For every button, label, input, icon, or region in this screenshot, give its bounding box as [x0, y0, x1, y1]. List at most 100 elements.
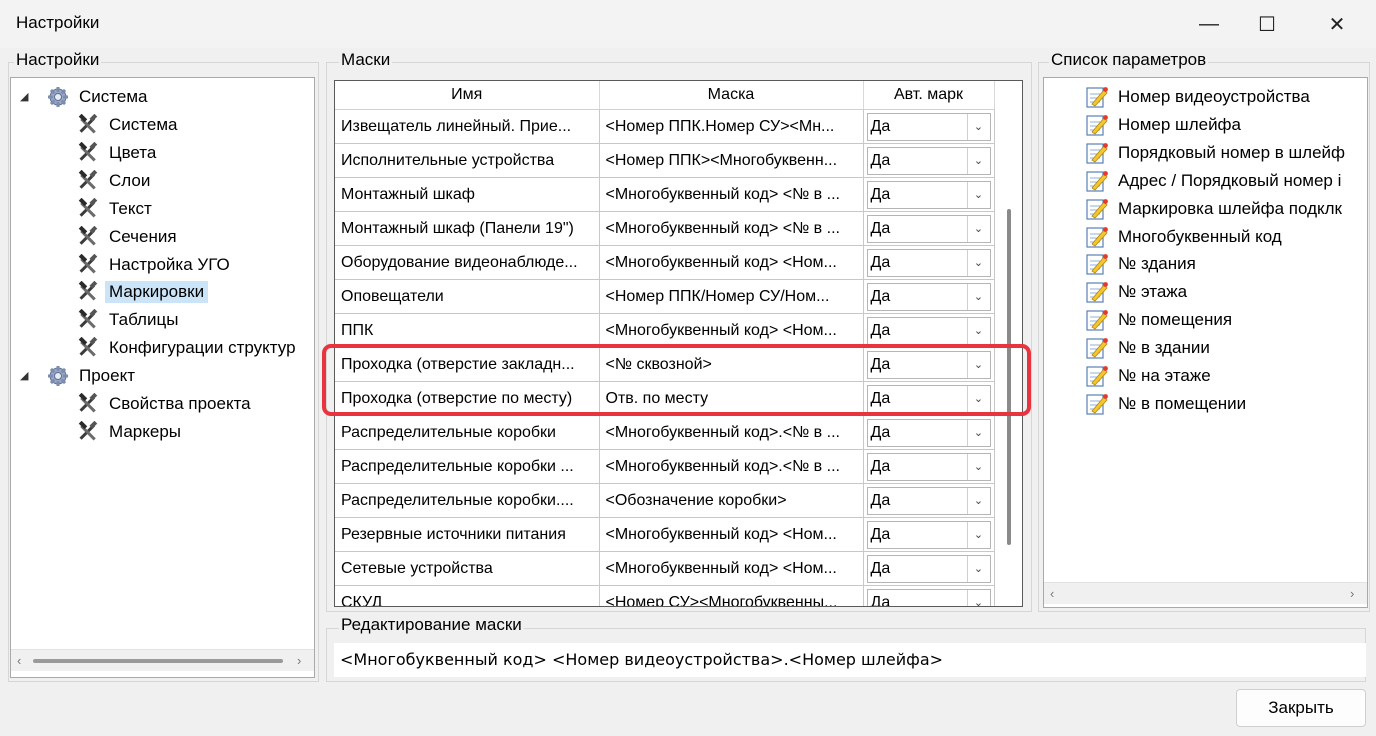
chevron-down-icon[interactable]: ⌄ [966, 215, 990, 242]
scroll-right-icon[interactable]: › [1350, 586, 1354, 601]
chevron-down-icon[interactable]: ⌄ [966, 249, 990, 276]
tree-item[interactable]: Свойства проекта [77, 391, 255, 417]
auto-mark-dropdown[interactable]: Да ⌄ [866, 316, 991, 345]
tree-item[interactable]: Сечения [77, 224, 181, 250]
auto-mark-dropdown[interactable]: Да ⌄ [866, 214, 991, 243]
tree-item[interactable]: Таблицы [77, 307, 182, 333]
tree-item[interactable]: Конфигурации структур [77, 335, 300, 361]
chevron-down-icon[interactable]: ⌄ [966, 555, 990, 582]
table-row[interactable]: Оборудование видеонаблюде... <Многобуквен… [335, 245, 1022, 280]
row-name-cell[interactable]: Монтажный шкаф (Панели 19") [335, 211, 600, 246]
tree-item[interactable]: Слои [77, 168, 154, 194]
row-name-cell[interactable]: Исполнительные устройства [335, 143, 600, 178]
scroll-left-icon[interactable]: ‹ [17, 653, 21, 668]
row-name-cell[interactable]: Распределительные коробки.... [335, 483, 600, 518]
chevron-down-icon[interactable]: ⌄ [966, 113, 990, 140]
auto-mark-dropdown[interactable]: Да ⌄ [866, 248, 991, 277]
tree-item[interactable]: Текст [77, 196, 156, 222]
row-name-cell[interactable]: Распределительные коробки ... [335, 449, 600, 484]
auto-mark-dropdown[interactable]: Да ⌄ [866, 452, 991, 481]
row-auto-cell[interactable]: Да ⌄ [863, 211, 995, 246]
table-row[interactable]: Распределительные коробки.... <Обозначени… [335, 483, 1022, 518]
tree-item[interactable]: Система [77, 112, 181, 138]
row-name-cell[interactable]: Извещатель линейный. Прие... [335, 109, 600, 144]
row-mask-cell[interactable]: <Многобуквенный код> <№ в ... [599, 177, 864, 212]
row-auto-cell[interactable]: Да ⌄ [863, 449, 995, 484]
tree-item[interactable]: Маркеры [77, 419, 185, 445]
chevron-down-icon[interactable]: ⌄ [966, 181, 990, 208]
tree-item[interactable]: Система [47, 84, 151, 110]
minimize-button[interactable]: — [1180, 0, 1238, 48]
scrollbar-thumb[interactable] [33, 659, 283, 663]
auto-mark-dropdown[interactable]: Да ⌄ [866, 180, 991, 209]
auto-mark-dropdown[interactable]: Да ⌄ [866, 282, 991, 311]
chevron-down-icon[interactable]: ⌄ [966, 283, 990, 310]
table-row[interactable]: Исполнительные устройства <Номер ППК><Мно… [335, 143, 1022, 178]
auto-mark-dropdown[interactable]: Да ⌄ [866, 554, 991, 583]
row-mask-cell[interactable]: <Многобуквенный код> <№ в ... [599, 211, 864, 246]
row-mask-cell[interactable]: <Многобуквенный код>.<№ в ... [599, 415, 864, 450]
row-auto-cell[interactable]: Да ⌄ [863, 483, 995, 518]
auto-mark-dropdown[interactable]: Да ⌄ [866, 588, 991, 606]
tree-expander-icon[interactable]: ◢ [20, 90, 28, 103]
row-name-cell[interactable]: Сетевые устройства [335, 551, 600, 586]
close-window-button[interactable]: ✕ [1308, 0, 1366, 48]
param-item[interactable]: № на этаже [1086, 363, 1211, 389]
row-auto-cell[interactable]: Да ⌄ [863, 313, 995, 348]
auto-mark-dropdown[interactable]: Да ⌄ [866, 112, 991, 141]
table-row[interactable]: Извещатель линейный. Прие... <Номер ППК.Н… [335, 109, 1022, 144]
row-name-cell[interactable]: ППК [335, 313, 600, 348]
table-row[interactable]: Резервные источники питания <Многобуквенн… [335, 517, 1022, 552]
row-mask-cell[interactable]: <Многобуквенный код> <Ном... [599, 245, 864, 280]
auto-mark-dropdown[interactable]: Да ⌄ [866, 520, 991, 549]
scroll-right-icon[interactable]: › [297, 653, 301, 668]
params-horizontal-scrollbar[interactable]: ‹ › [1044, 582, 1367, 604]
row-auto-cell[interactable]: Да ⌄ [863, 415, 995, 450]
chevron-down-icon[interactable]: ⌄ [966, 317, 990, 344]
param-item[interactable]: № здания [1086, 251, 1196, 277]
row-auto-cell[interactable]: Да ⌄ [863, 279, 995, 314]
tree-item[interactable]: Маркировки [77, 279, 209, 305]
tree-item[interactable]: Настройка УГО [77, 252, 234, 278]
param-item[interactable]: № помещения [1086, 307, 1232, 333]
param-item[interactable]: № в здании [1086, 335, 1210, 361]
column-header-mask[interactable]: Маска [599, 81, 864, 110]
chevron-down-icon[interactable]: ⌄ [966, 487, 990, 514]
param-item[interactable]: Адрес / Порядковый номер і [1086, 168, 1341, 194]
chevron-down-icon[interactable]: ⌄ [966, 453, 990, 480]
table-row[interactable]: Монтажный шкаф <Многобуквенный код> <№ в … [335, 177, 1022, 212]
row-name-cell[interactable]: Распределительные коробки [335, 415, 600, 450]
auto-mark-dropdown[interactable]: Да ⌄ [866, 418, 991, 447]
table-row[interactable]: Распределительные коробки <Многобуквенный… [335, 415, 1022, 450]
params-list[interactable]: Номер видеоустройства Номер шлейфа Порядко… [1043, 77, 1368, 608]
param-item[interactable]: № этажа [1086, 279, 1187, 305]
row-name-cell[interactable]: Оповещатели [335, 279, 600, 314]
row-auto-cell[interactable]: Да ⌄ [863, 245, 995, 280]
row-auto-cell[interactable]: Да ⌄ [863, 585, 995, 606]
row-name-cell[interactable]: Монтажный шкаф [335, 177, 600, 212]
row-mask-cell[interactable]: <Многобуквенный код> <Ном... [599, 517, 864, 552]
row-mask-cell[interactable]: <Обозначение коробки> [599, 483, 864, 518]
tree-expander-icon[interactable]: ◢ [20, 369, 28, 382]
table-row[interactable]: Монтажный шкаф (Панели 19") <Многобуквенн… [335, 211, 1022, 246]
maximize-button[interactable]: ☐ [1238, 0, 1296, 48]
table-row[interactable]: СКУД <Номер СУ><Многобуквенны... Да ⌄ [335, 585, 1022, 606]
param-item[interactable]: Многобуквенный код [1086, 224, 1282, 250]
table-row[interactable]: Сетевые устройства <Многобуквенный код> <… [335, 551, 1022, 586]
column-header-auto[interactable]: Авт. марк [863, 81, 995, 110]
param-item[interactable]: № в помещении [1086, 391, 1246, 417]
tree-item[interactable]: Проект [47, 363, 139, 389]
row-auto-cell[interactable]: Да ⌄ [863, 551, 995, 586]
row-name-cell[interactable]: СКУД [335, 585, 600, 606]
auto-mark-dropdown[interactable]: Да ⌄ [866, 146, 991, 175]
settings-tree[interactable]: ◢ Система Система Цвета Слои Текст Сечения Наст… [10, 77, 315, 678]
chevron-down-icon[interactable]: ⌄ [966, 589, 990, 606]
close-button[interactable]: Закрыть [1236, 689, 1366, 727]
row-mask-cell[interactable]: <Номер ППК><Многобуквенн... [599, 143, 864, 178]
table-row[interactable]: ППК <Многобуквенный код> <Ном... Да ⌄ [335, 313, 1022, 348]
row-mask-cell[interactable]: <Многобуквенный код> <Ном... [599, 551, 864, 586]
tree-horizontal-scrollbar[interactable]: ‹ › [11, 649, 314, 671]
row-name-cell[interactable]: Оборудование видеонаблюде... [335, 245, 600, 280]
table-row[interactable]: Распределительные коробки ... <Многобукве… [335, 449, 1022, 484]
chevron-down-icon[interactable]: ⌄ [966, 147, 990, 174]
